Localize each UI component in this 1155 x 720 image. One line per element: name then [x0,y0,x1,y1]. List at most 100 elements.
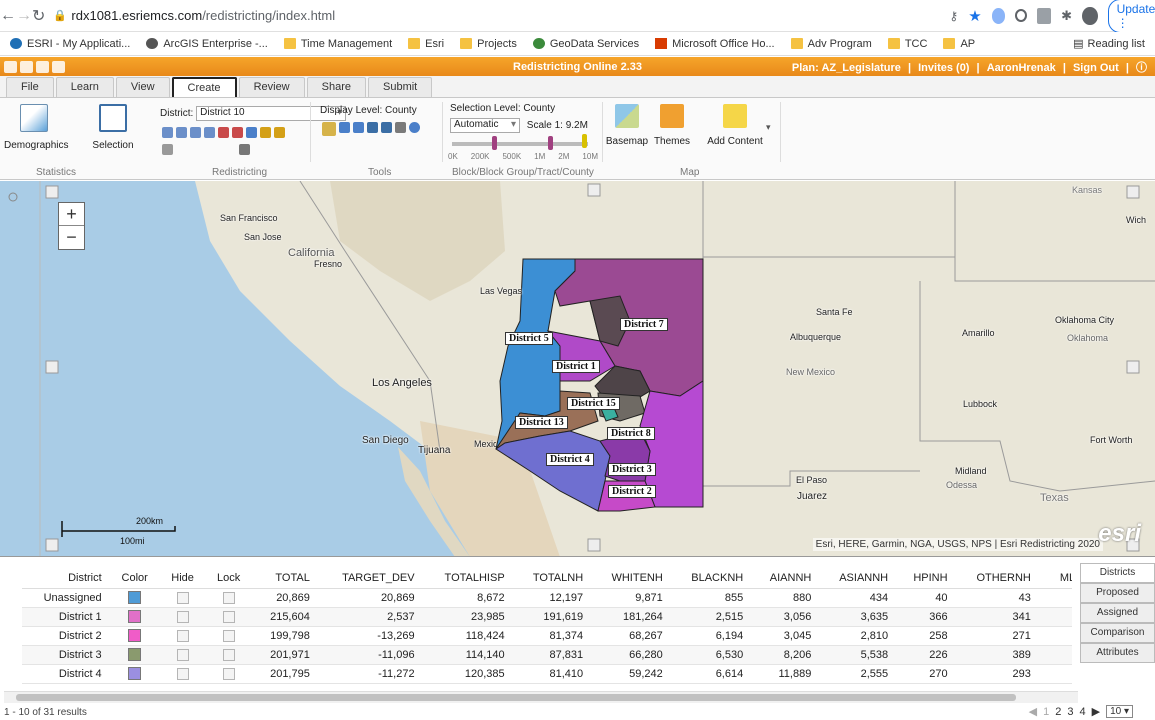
sign-out-link[interactable]: Sign Out [1073,62,1119,74]
full-extent-icon[interactable] [395,122,406,133]
table-row[interactable]: District 2 199,798 -13,269 118,424 81,374 68,… [22,626,1072,646]
profile-avatar-icon[interactable] [1082,6,1098,25]
binoculars-icon[interactable] [239,144,250,155]
previous-extent-icon[interactable] [367,122,378,133]
bookmark-projects[interactable]: Projects [460,38,517,50]
col-header[interactable]: Color [109,569,160,589]
pan-down-left-icon[interactable] [45,538,59,552]
lock-checkbox[interactable] [222,629,235,642]
reload-icon[interactable]: ↻ [32,6,45,26]
pan-down-icon[interactable] [587,538,601,552]
table-scroll-area[interactable]: District Color Hide Lock TOTAL TARGET_DE… [22,569,1072,691]
bookmark-esri[interactable]: ESRI - My Applicati... [10,38,130,50]
zoom-out-icon[interactable] [353,122,364,133]
lock-checkbox[interactable] [222,610,235,623]
bookmark-tcc[interactable]: TCC [887,38,927,50]
reading-list-button[interactable]: ▤ Reading list [1073,37,1145,51]
search-icon[interactable] [246,127,257,138]
identify-icon[interactable] [409,122,420,133]
col-header[interactable]: District [22,569,110,589]
color-swatch[interactable] [128,648,142,661]
tab-review[interactable]: Review [238,77,305,97]
basemap-button[interactable]: Basemap [604,104,650,147]
zoom-in-button[interactable]: + [59,203,84,226]
scrollbar-thumb[interactable] [16,694,1016,701]
col-header[interactable]: TARGET_DEV [317,569,423,589]
tab-learn[interactable]: Learn [55,77,114,97]
next-page-icon[interactable]: ▶ [1092,705,1100,718]
map-view[interactable]: + − San Francisco San Jose California Fr… [0,181,1155,557]
selection-button[interactable]: Selection [88,104,138,151]
table-row[interactable]: Unassigned 20,869 20,869 8,672 12,197 9,871 85… [22,588,1072,608]
tab-file[interactable]: File [6,77,54,97]
col-header[interactable]: AIANNH [751,569,820,589]
lock-district-icon[interactable] [260,127,271,138]
lock-checkbox[interactable] [222,591,235,604]
hide-checkbox[interactable] [176,591,189,604]
col-header[interactable]: TOTALNH [512,569,592,589]
table-row[interactable]: District 4 201,795 -11,272 120,385 81,410 59,… [22,664,1072,684]
demographics-button[interactable]: Demographics [4,104,68,151]
tab-view[interactable]: View [115,77,170,97]
page-link[interactable]: 1 [1043,706,1049,718]
zoom-in-icon[interactable] [339,122,350,133]
col-header[interactable]: Lock [205,569,252,589]
lock-checkbox[interactable] [222,648,235,661]
page-link[interactable]: 2 [1055,706,1061,718]
line-tool-icon[interactable] [204,127,215,138]
bookmark-adv-program[interactable]: Adv Program [790,38,872,50]
pan-up-right-icon[interactable] [1126,185,1140,199]
pan-up-left-icon[interactable] [45,185,59,199]
col-header[interactable]: TOTAL [251,569,318,589]
hide-checkbox[interactable] [176,629,189,642]
col-header[interactable]: TOTALHISP [422,569,513,589]
print-icon[interactable] [52,60,65,73]
save-plan-icon[interactable] [36,60,49,73]
slider-thumb[interactable] [548,136,553,150]
help-icon[interactable]: ⓘ [1136,62,1147,74]
tab-comparison[interactable]: Comparison [1080,623,1155,643]
color-swatch[interactable] [128,667,142,680]
redo-icon[interactable] [232,127,243,138]
color-swatch[interactable] [128,629,142,642]
hide-checkbox[interactable] [176,648,189,661]
col-header[interactable]: Hide [159,569,206,589]
table-row[interactable]: District 1 215,604 2,537 23,985 191,619 181,2… [22,607,1072,627]
bookmark-esri-folder[interactable]: Esri [408,38,444,50]
tab-share[interactable]: Share [306,77,366,97]
key-icon[interactable]: ⚷ [949,9,958,23]
next-extent-icon[interactable] [381,122,392,133]
puzzle-icon[interactable]: ✱ [1061,8,1072,24]
color-swatch[interactable] [128,610,142,623]
col-header[interactable]: BLACKNH [670,569,752,589]
horizontal-scrollbar[interactable] [4,691,1078,703]
undo-icon[interactable] [218,127,229,138]
table-row[interactable]: District 3 201,971 -11,096 114,140 87,831 66,… [22,645,1072,665]
slider-thumb[interactable] [582,134,587,148]
col-header[interactable]: WHITENH [591,569,671,589]
lock-checkbox[interactable] [222,667,235,680]
bookmark-ap[interactable]: AP [943,38,975,50]
hide-checkbox[interactable] [176,610,189,623]
lasso-tool-icon[interactable] [176,127,187,138]
invites-link[interactable]: Invites (0) [918,62,969,74]
col-header[interactable]: HPINH [896,569,956,589]
unlock-district-icon[interactable] [274,127,285,138]
pan-up-icon[interactable] [587,183,601,197]
user-name[interactable]: AaronHrenak [987,62,1056,74]
polygon-tool-icon[interactable] [190,127,201,138]
bookmark-time-management[interactable]: Time Management [283,38,392,50]
page-size-select[interactable]: 10 ▾ [1106,705,1133,718]
add-content-button[interactable]: Add Content [700,104,770,147]
ribbon-more-icon[interactable]: ▾ [766,122,771,133]
bookmark-office[interactable]: Microsoft Office Ho... [655,38,775,50]
col-header[interactable]: ASIANNH [819,569,897,589]
slider-thumb[interactable] [492,136,497,150]
col-header[interactable]: OTHERNH [955,569,1039,589]
bookmark-arcgis[interactable]: ArcGIS Enterprise -... [146,38,268,50]
assign-tool-icon[interactable] [162,127,173,138]
bookmark-geodata[interactable]: GeoData Services [532,38,639,50]
pin-icon[interactable] [162,144,173,155]
pan-right-icon[interactable] [1126,360,1140,374]
display-level[interactable]: Display Level: County [320,105,417,116]
